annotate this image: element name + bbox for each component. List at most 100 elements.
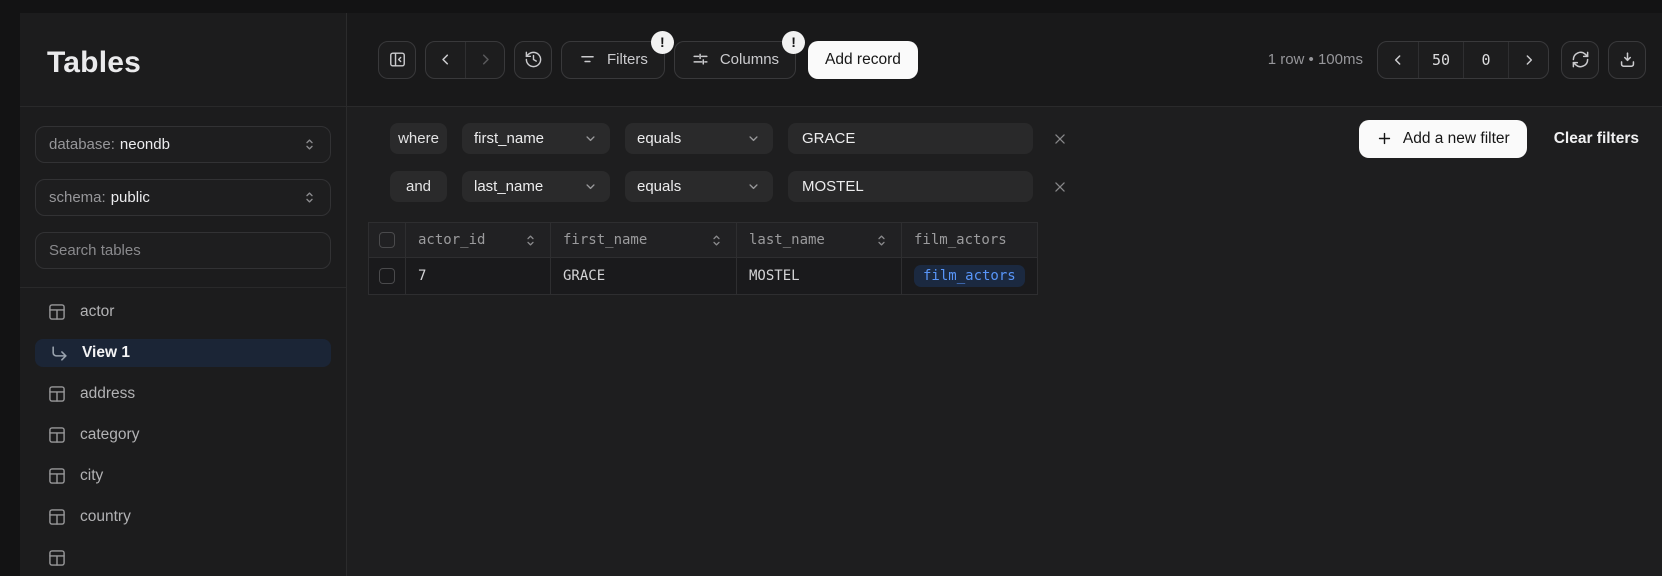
sort-icon[interactable] [874, 233, 889, 248]
sidebar-item-label: category [80, 426, 139, 444]
remove-filter-button[interactable] [1048, 127, 1072, 151]
chevron-left-icon [1390, 52, 1406, 68]
app-screen: Tables database: neondb schema: public [0, 0, 1662, 576]
sort-icon[interactable] [523, 233, 538, 248]
chevron-right-icon [477, 51, 494, 68]
column-header-label: first_name [563, 232, 647, 248]
columns-button[interactable]: Columns ! [674, 41, 796, 79]
chevrons-up-down-icon [302, 190, 317, 205]
select-all-cell [368, 222, 406, 258]
download-button[interactable] [1608, 41, 1646, 79]
main-panel: Filters ! Columns ! Add record 1 row • 1… [347, 13, 1662, 576]
filter-row-2: and last_name equals [390, 171, 1639, 202]
result-status: 1 row • 100ms [1268, 51, 1363, 68]
sort-icon[interactable] [709, 233, 724, 248]
history-icon [524, 50, 543, 69]
filter-column-value: first_name [474, 130, 544, 147]
add-record-button[interactable]: Add record [808, 41, 918, 79]
sidebar-item-address[interactable]: address [35, 380, 331, 408]
schema-select-label: schema: [49, 189, 106, 206]
cell-film-actors: film_actors [902, 258, 1038, 295]
filters-active-badge: ! [651, 31, 674, 54]
sidebar-item-country[interactable]: country [35, 503, 331, 531]
pagination-control: 50 0 [1377, 41, 1549, 79]
sidebar-item-view-1[interactable]: View 1 [35, 339, 331, 367]
sidebar-item-actor[interactable]: actor [35, 298, 331, 326]
column-header-label: film_actors [914, 232, 1007, 248]
row-select-cell [368, 258, 406, 295]
column-header-film-actors[interactable]: film_actors [902, 222, 1038, 258]
table-icon [47, 548, 67, 568]
sidebar-item-label: country [80, 508, 131, 526]
page-size-value[interactable]: 50 [1418, 42, 1463, 78]
table-row: 7 GRACE MOSTEL film_actors [368, 258, 1038, 295]
sidebar-item-category[interactable]: category [35, 421, 331, 449]
back-button[interactable] [426, 42, 465, 78]
remove-filter-button[interactable] [1048, 175, 1072, 199]
column-header-label: actor_id [418, 232, 485, 248]
search-tables-input[interactable] [49, 242, 317, 259]
plus-icon [1376, 130, 1393, 147]
select-all-checkbox[interactable] [379, 232, 395, 248]
database-select[interactable]: database: neondb [35, 126, 331, 163]
refresh-button[interactable] [1561, 41, 1599, 79]
sliders-icon [691, 50, 710, 69]
chevron-down-icon [583, 131, 598, 146]
corner-down-right-icon [50, 344, 69, 363]
table-icon [47, 507, 67, 527]
filter-column-select[interactable]: last_name [462, 171, 610, 202]
column-header-last-name[interactable]: last_name [737, 222, 902, 258]
content-area: where first_name equals [347, 107, 1662, 576]
query-history-button[interactable] [514, 41, 552, 79]
add-filter-button[interactable]: Add a new filter [1359, 120, 1527, 158]
toolbar: Filters ! Columns ! Add record 1 row • 1… [347, 13, 1662, 107]
chevron-right-icon [1521, 52, 1537, 68]
clear-filters-button[interactable]: Clear filters [1554, 130, 1639, 148]
page-title: Tables [20, 13, 346, 107]
sidebar-item-city[interactable]: city [35, 462, 331, 490]
toolbar-right: 1 row • 100ms 50 0 [1268, 41, 1646, 79]
database-select-value: neondb [120, 136, 170, 153]
filter-value-input[interactable] [802, 178, 1019, 195]
filter-operator-value: equals [637, 178, 681, 195]
table-icon [47, 384, 67, 404]
column-header-first-name[interactable]: first_name [551, 222, 737, 258]
filters-button[interactable]: Filters ! [561, 41, 665, 79]
add-filter-label: Add a new filter [1403, 130, 1510, 148]
filter-column-select[interactable]: first_name [462, 123, 610, 154]
prev-page-button[interactable] [1378, 42, 1418, 78]
filter-operator-select[interactable]: equals [625, 123, 773, 154]
columns-active-badge: ! [782, 31, 805, 54]
sidebar-item-partial[interactable] [35, 544, 331, 572]
grid-header-row: actor_id first_name last_n [368, 222, 1038, 258]
filters-button-label: Filters [607, 51, 648, 68]
sidebar-item-label: View 1 [82, 344, 130, 362]
cell-last-name: MOSTEL [737, 258, 902, 295]
column-header-label: last_name [749, 232, 825, 248]
table-icon [47, 302, 67, 322]
row-checkbox[interactable] [379, 268, 395, 284]
next-page-button[interactable] [1508, 42, 1548, 78]
table-icon [47, 425, 67, 445]
cell-actor-id: 7 [406, 258, 551, 295]
search-tables-field[interactable] [35, 232, 331, 269]
close-icon [1053, 132, 1067, 146]
filter-conjunction: where [390, 123, 447, 154]
chevron-left-icon [437, 51, 454, 68]
sidebar-item-label: address [80, 385, 135, 403]
forward-button[interactable] [465, 42, 504, 78]
filter-operator-select[interactable]: equals [625, 171, 773, 202]
page-offset-value[interactable]: 0 [1463, 42, 1508, 78]
column-header-actor-id[interactable]: actor_id [406, 222, 551, 258]
chevron-down-icon [583, 179, 598, 194]
filter-value-input[interactable] [802, 130, 1019, 147]
schema-select-value: public [111, 189, 150, 206]
collapse-sidebar-button[interactable] [378, 41, 416, 79]
filter-value-field [788, 171, 1033, 202]
table-list: actor View 1 address category city [20, 288, 346, 576]
schema-select[interactable]: schema: public [35, 179, 331, 216]
columns-button-label: Columns [720, 51, 779, 68]
film-actors-link[interactable]: film_actors [914, 265, 1025, 287]
filter-lines-icon [578, 50, 597, 69]
panel-left-close-icon [388, 50, 407, 69]
